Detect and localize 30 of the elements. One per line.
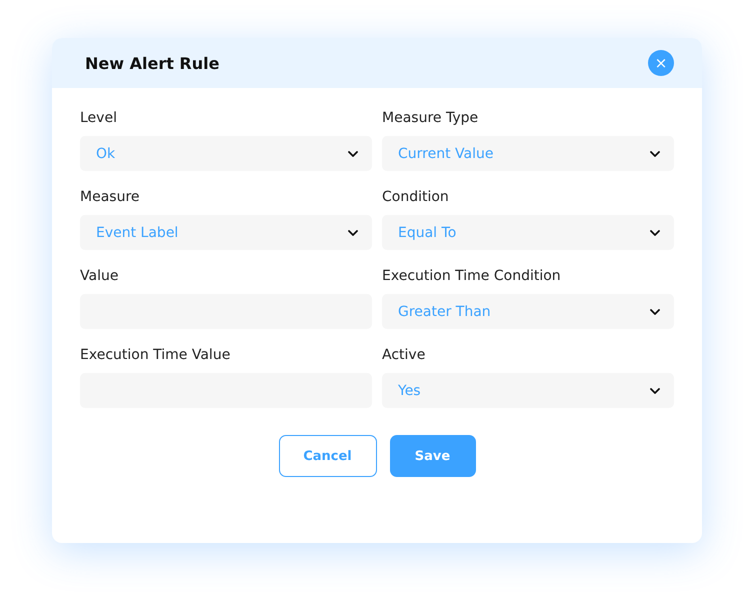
dialog-title: New Alert Rule [85,54,220,72]
cancel-button[interactable]: Cancel [278,435,376,477]
chevron-down-icon [650,388,660,394]
dropdown[interactable]: Greater Than [382,294,674,329]
field-label: Measure [80,189,140,207]
dropdown[interactable]: Equal To [382,215,674,250]
chevron-down-icon [650,230,660,236]
chevron-down-icon [348,230,358,236]
dropdown[interactable]: Current Value [382,136,674,171]
dropdown-value: Current Value [398,146,494,162]
dropdown-value: Yes [398,382,421,398]
dropdown-value: Ok [96,146,116,162]
save-button[interactable]: Save [390,435,476,477]
field-label: Condition [382,189,450,207]
field-label: Measure Type [382,110,480,128]
close-button[interactable]: × [648,50,674,76]
field-label: Active [382,347,426,365]
field-label: Execution Time Condition [382,268,562,286]
dropdown-value: Greater Than [398,304,491,320]
field-label: Level [80,110,118,128]
chevron-down-icon [650,150,660,156]
chevron-down-icon [348,150,358,156]
dropdown-value: Equal To [398,224,456,240]
dropdown[interactable]: Yes [382,373,674,408]
dropdown[interactable]: Ok [80,136,372,171]
dropdown-value: Event Label [96,224,178,240]
chevron-down-icon [650,308,660,314]
field-label: Value [80,268,120,286]
dropdown[interactable]: Event Label [80,215,372,250]
field-label: Execution Time Value [80,347,232,365]
